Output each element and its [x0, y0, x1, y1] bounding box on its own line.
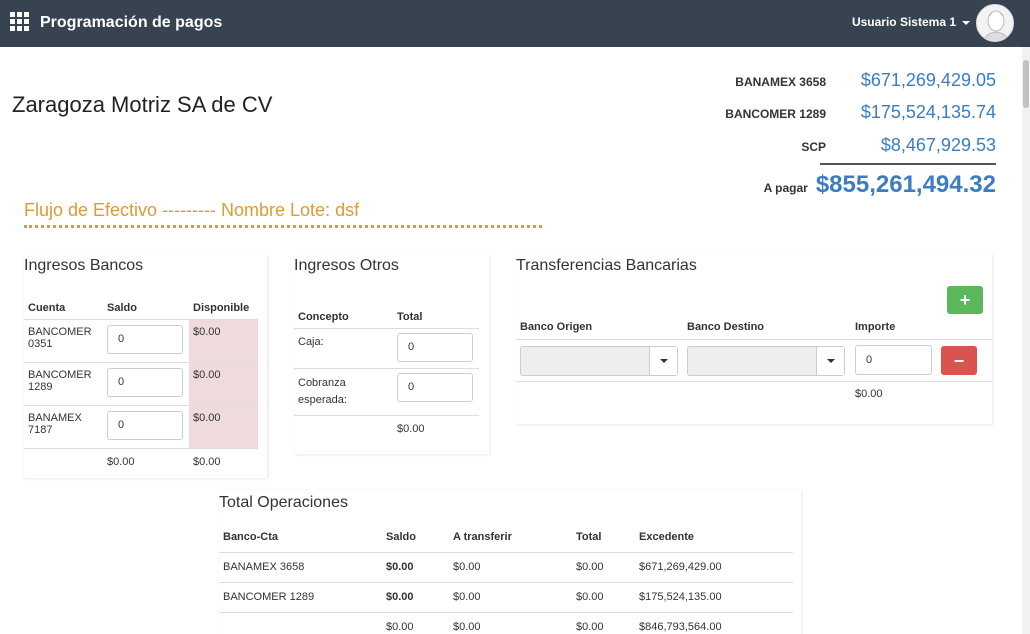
summary-row: BANAMEX 3658 $671,269,429.05: [735, 70, 996, 91]
chevron-down-icon[interactable]: [649, 347, 677, 375]
column-header: Excedente: [635, 522, 793, 553]
column-header: Concepto: [298, 311, 349, 324]
banco-origen-select[interactable]: [520, 346, 678, 376]
summary-label: SCP: [801, 140, 826, 154]
summary-value: $8,467,929.53: [880, 135, 996, 155]
column-header: Banco Origen: [520, 321, 593, 333]
saldo-input[interactable]: [107, 324, 183, 354]
bank-account: BANCOMER 1289: [219, 582, 382, 613]
total-value: $0.00: [572, 552, 635, 583]
concept-label: Caja:: [298, 335, 324, 348]
bank-account: BANAMEX 3658: [219, 552, 382, 583]
summary-row: BANCOMER 1289 $175,524,135.74: [725, 102, 996, 123]
saldo-value: $0.00: [382, 552, 449, 583]
summary-label: BANAMEX 3658: [735, 75, 826, 89]
transfer-value: $0.00: [449, 582, 572, 613]
add-transfer-button[interactable]: +: [947, 286, 983, 314]
column-header: Saldo: [382, 522, 449, 553]
ingresos-bancos-panel: Ingresos Bancos Cuenta Saldo Disponible …: [24, 254, 267, 478]
saldo-total: $0.00: [107, 455, 135, 468]
saldo-total: $0.00: [382, 612, 449, 634]
column-header: Importe: [855, 321, 896, 333]
banco-destino-select[interactable]: [687, 346, 845, 376]
user-menu-name[interactable]: Usuario Sistema 1: [852, 15, 956, 29]
delete-transfer-button[interactable]: −: [941, 346, 977, 375]
user-avatar-icon[interactable]: [976, 4, 1014, 42]
total-operaciones-table: Banco-Cta Saldo A transferir Total Exced…: [219, 522, 793, 634]
account-name: BANAMEX 7187: [28, 411, 82, 436]
saldo-input[interactable]: [107, 410, 183, 440]
table-footer-row: $0.00 $0.00: [24, 448, 258, 476]
caja-input[interactable]: [397, 332, 473, 362]
ingresos-otros-table: Concepto Total Caja: Cobranza esperada: …: [294, 307, 479, 443]
total-total: $0.00: [572, 612, 635, 634]
column-header: Saldo: [107, 302, 137, 315]
transfer-value: $0.00: [449, 552, 572, 583]
chevron-down-icon[interactable]: [816, 347, 844, 375]
summary-value: $671,269,429.05: [860, 70, 996, 90]
table-row: BANCOMER 1289 $0.00 $0.00 $0.00 $175,524…: [219, 582, 793, 613]
account-name: BANCOMER 0351: [28, 325, 92, 350]
panel-title: Total Operaciones: [219, 494, 348, 511]
summary-label: BANCOMER 1289: [725, 107, 826, 121]
summary-value: $175,524,135.74: [860, 102, 996, 122]
company-name: Zaragoza Motriz SA de CV: [12, 92, 273, 117]
cash-flow-title: Flujo de Efectivo --------- Nombre Lote:…: [24, 200, 542, 228]
summary-divider: [820, 163, 996, 165]
summary-row: SCP $8,467,929.53: [801, 135, 996, 156]
table-row: BANAMEX 3658 $0.00 $0.00 $0.00 $671,269,…: [219, 552, 793, 583]
total-operaciones-panel: Total Operaciones Banco-Cta Saldo A tran…: [219, 490, 801, 634]
table-footer-row: $0.00: [294, 415, 479, 443]
panel-title: Ingresos Bancos: [24, 257, 144, 274]
scrollbar-thumb[interactable]: [1023, 60, 1029, 108]
disponible-value: $0.00: [189, 319, 258, 362]
excedente-value: $671,269,429.00: [635, 552, 793, 583]
account-name: BANCOMER 1289: [28, 368, 92, 393]
panel-title: Ingresos Otros: [294, 257, 399, 274]
ingresos-otros-panel: Ingresos Otros Concepto Total Caja: Cobr…: [294, 254, 489, 454]
total-value: $855,261,494.32: [815, 171, 996, 198]
transferencias-panel: Transferencias Bancarias + Banco Origen …: [516, 254, 992, 424]
table-row: BANCOMER 1289 $0.00: [24, 362, 258, 405]
excedente-total: $846,793,564.00: [635, 612, 793, 634]
otros-total: $0.00: [397, 422, 425, 435]
cobranza-input[interactable]: [397, 372, 473, 402]
footer-label: [219, 612, 382, 634]
caret-down-icon[interactable]: [962, 21, 970, 25]
total-value: $0.00: [572, 582, 635, 613]
column-header: Cuenta: [28, 302, 66, 315]
saldo-input[interactable]: [107, 367, 183, 397]
table-footer-row: $0.00 $0.00 $0.00 $846,793,564.00: [219, 612, 793, 634]
disponible-value: $0.00: [189, 362, 258, 405]
column-header: Total: [397, 311, 423, 324]
page-scrollbar[interactable]: [1022, 47, 1030, 634]
top-navbar: Programación de pagos Usuario Sistema 1: [0, 0, 1030, 47]
column-header: A transferir: [449, 522, 572, 553]
column-header: Disponible: [193, 302, 250, 315]
column-header: Total: [572, 522, 635, 553]
concept-label: Cobranza esperada:: [298, 376, 347, 406]
transfer-total: $0.00: [449, 612, 572, 634]
table-row: Caja:: [294, 328, 479, 368]
excedente-value: $175,524,135.00: [635, 582, 793, 613]
saldo-value: $0.00: [382, 582, 449, 613]
column-header: Banco Destino: [687, 321, 765, 333]
table-row: BANAMEX 7187 $0.00: [24, 405, 258, 448]
disponible-total: $0.00: [193, 455, 221, 468]
column-header: Banco-Cta: [219, 522, 382, 553]
ingresos-bancos-table: Cuenta Saldo Disponible BANCOMER 0351 $0…: [24, 298, 258, 476]
disponible-value: $0.00: [189, 405, 258, 448]
table-row: BANCOMER 0351 $0.00: [24, 319, 258, 362]
panel-title: Transferencias Bancarias: [516, 257, 697, 274]
table-row: Cobranza esperada:: [294, 368, 479, 415]
summary-total-row: A pagar $855,261,494.32: [764, 171, 996, 199]
apps-grid-icon[interactable]: [10, 12, 30, 32]
importe-total: $0.00: [855, 388, 883, 400]
app-title: Programación de pagos: [40, 14, 223, 31]
importe-input[interactable]: [855, 345, 932, 375]
total-label: A pagar: [763, 181, 808, 195]
